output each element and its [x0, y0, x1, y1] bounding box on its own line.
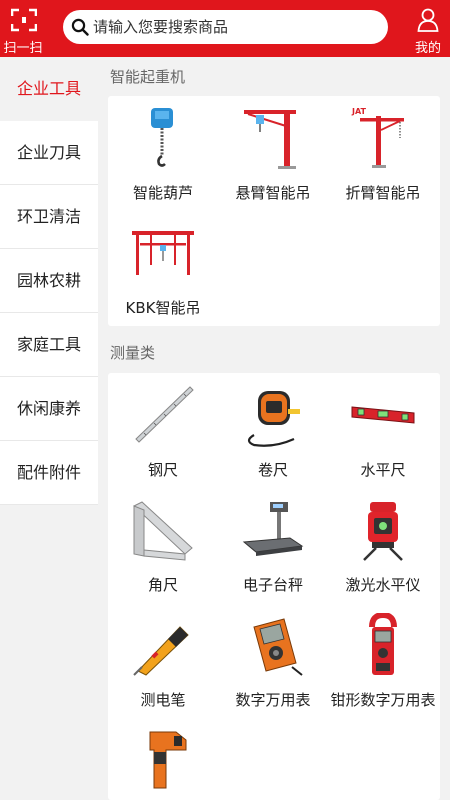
product-item[interactable]: 激光水平仪	[328, 488, 438, 603]
product-item[interactable]: KBK智能吊	[108, 211, 218, 326]
sidebar-item-parts-accessories[interactable]: 配件附件	[0, 441, 98, 505]
product-name: 卷尺	[257, 461, 288, 479]
product-name: 激光水平仪	[345, 576, 421, 594]
measuring-card: 钢尺 卷尺 水平尺 角尺 电子台秤 激光水平仪 测电笔 数字万用表 钳形数字万用…	[108, 373, 440, 800]
sidebar-item-leisure-wellness[interactable]: 休闲康养	[0, 377, 98, 441]
search-icon	[71, 18, 89, 36]
steel-ruler-icon	[135, 386, 194, 443]
scan-icon	[11, 8, 37, 32]
product-name: 智能葫芦	[132, 184, 193, 202]
voltage-tester-pen-icon	[133, 626, 189, 676]
smart-cranes-card: 智能葫芦 悬臂智能吊 JAT 折臂智能吊 KBK智能吊	[108, 96, 440, 326]
product-name: 钳形数字万用表	[330, 691, 436, 709]
clamp-meter-icon	[369, 613, 397, 675]
product-item[interactable]: 钢尺	[108, 373, 218, 488]
product-name: 角尺	[147, 576, 178, 594]
jib-crane-icon	[244, 110, 296, 169]
mine-button[interactable]: 我的	[408, 0, 450, 57]
product-item[interactable]: 电子台秤	[218, 488, 328, 603]
product-item[interactable]	[108, 718, 218, 800]
product-item[interactable]: 悬臂智能吊	[218, 96, 328, 211]
sidebar-item-sanitation-cleaning[interactable]: 环卫清洁	[0, 185, 98, 249]
product-item[interactable]: 水平尺	[328, 373, 438, 488]
product-name: KBK智能吊	[125, 299, 201, 317]
product-item[interactable]: JAT 折臂智能吊	[328, 96, 438, 211]
product-content: 智能起重机 智能葫芦 悬臂智能吊 JAT 折臂智能吊 KBK智能吊 测量类 钢尺…	[98, 57, 450, 800]
product-item[interactable]: 数字万用表	[218, 603, 328, 718]
product-name: 钢尺	[147, 461, 178, 479]
product-name: 数字万用表	[235, 691, 311, 709]
search-box[interactable]	[63, 10, 388, 44]
sidebar-item-household-tools[interactable]: 家庭工具	[0, 313, 98, 377]
product-item[interactable]: 角尺	[108, 488, 218, 603]
sidebar-item-garden-farming[interactable]: 园林农耕	[0, 249, 98, 313]
electric-hoist-icon	[151, 108, 173, 167]
sidebar-item-enterprise-tools[interactable]: 企业工具	[0, 57, 98, 121]
scan-button[interactable]: 扫一扫	[0, 0, 56, 57]
folding-arm-crane-icon: JAT	[351, 107, 404, 168]
category-sidebar: 企业工具 企业刀具 环卫清洁 园林农耕 家庭工具 休闲康养 配件附件	[0, 57, 98, 507]
scan-label: 扫一扫	[3, 41, 43, 56]
product-name: 折臂智能吊	[345, 184, 421, 202]
product-item[interactable]: 卷尺	[218, 373, 328, 488]
platform-scale-icon	[242, 502, 304, 556]
section-title-measuring: 测量类	[110, 344, 156, 362]
kbk-crane-icon	[132, 231, 194, 275]
search-input[interactable]	[93, 14, 378, 40]
product-name: 测电笔	[140, 691, 186, 709]
product-item[interactable]: 智能葫芦	[108, 96, 218, 211]
user-icon	[417, 8, 439, 32]
angle-square-icon	[133, 501, 193, 561]
mine-label: 我的	[414, 41, 441, 56]
infrared-thermometer-icon	[149, 731, 187, 789]
product-name: 悬臂智能吊	[235, 184, 311, 202]
digital-multimeter-icon	[253, 618, 303, 676]
product-item[interactable]: 测电笔	[108, 603, 218, 718]
svg-text:JAT: JAT	[351, 107, 367, 116]
product-name: 电子台秤	[242, 576, 303, 594]
laser-level-icon	[363, 502, 403, 561]
sidebar-item-enterprise-cutters[interactable]: 企业刀具	[0, 121, 98, 185]
top-bar: 扫一扫 我的	[0, 0, 450, 57]
section-title-smart-cranes: 智能起重机	[110, 68, 186, 86]
product-name: 水平尺	[360, 461, 406, 479]
tape-measure-icon	[247, 391, 300, 447]
product-item[interactable]: 钳形数字万用表	[328, 603, 438, 718]
spirit-level-icon	[351, 406, 415, 424]
